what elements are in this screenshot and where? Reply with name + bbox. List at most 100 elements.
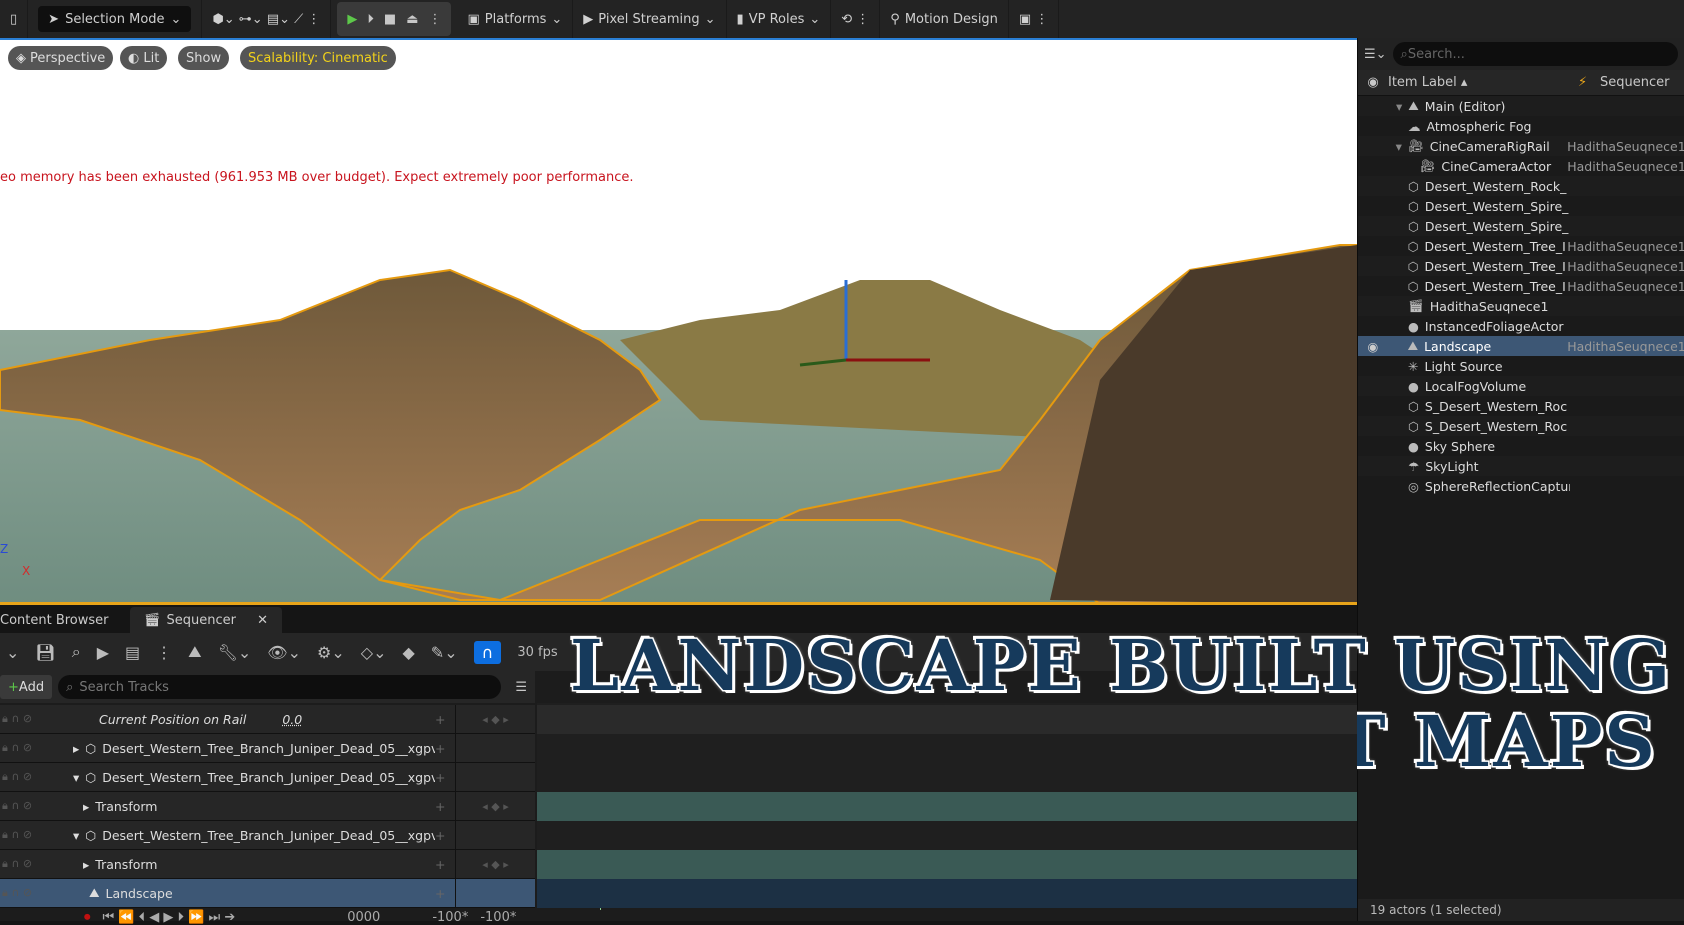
chevron-down-icon[interactable]: ⌄ [6,643,19,662]
show-button[interactable]: Show [178,46,230,70]
outliner-item[interactable]: ⬡ Desert_Western_Tree_I HadithaSeuqnece1 [1358,236,1684,256]
record-icon[interactable]: ⏺ [84,910,91,925]
camera-icon[interactable]: ▶ [97,643,109,662]
outliner-item[interactable]: ● Sky Sphere [1358,436,1684,456]
outliner-item[interactable]: ☂ SkyLight [1358,456,1684,476]
eye-icon[interactable]: 👁︎⌄ [267,643,301,662]
track-row[interactable]: 🔒︎ ∩ ⊘ ▾ ⬡ Desert_Western_Tree_Branch_Juni… [0,821,535,850]
render-icon[interactable]: ▤ [125,643,140,662]
outliner-item[interactable]: ☁ Atmospheric Fog [1358,116,1684,136]
outliner-item[interactable]: ⬡ Desert_Western_Tree_I HadithaSeuqnece1 [1358,256,1684,276]
visibility-icon[interactable]: ◉ [1358,339,1388,354]
outliner-item[interactable]: ⬡ Desert_Western_Spire_ [1358,216,1684,236]
key-nav[interactable]: ◂ ◆ ▸ [455,792,535,820]
key-nav[interactable] [455,734,535,762]
expand-arrow-icon[interactable]: ▸ [73,741,79,756]
rail-position-value[interactable]: 0.0 [282,712,302,727]
col-item-label[interactable]: Item Label ▴ [1388,75,1578,90]
add-track-button[interactable]: + Add [0,675,53,699]
expand-arrow-icon[interactable]: ▾ [1396,99,1402,114]
outliner-item[interactable]: ⬡ S_Desert_Western_Roc [1358,416,1684,436]
save-icon[interactable]: 💾︎ [35,643,55,662]
range-end[interactable]: -100* [480,910,516,925]
add-icon[interactable]: + [435,712,455,727]
add-icon[interactable]: + [435,799,455,814]
add-icon[interactable]: + [435,741,455,756]
outliner-item[interactable]: ▾ ⛰ Main (Editor) [1358,96,1684,116]
expand-arrow-icon[interactable]: ▾ [73,828,79,843]
vp-roles-button[interactable]: ▮ VP Roles ⌄ [727,0,832,38]
find-icon[interactable]: ⌕ [72,642,81,662]
add-icon[interactable]: + [435,886,455,901]
scalability-button[interactable]: Scalability: Cinematic [240,46,396,70]
pixel-streaming-button[interactable]: ▶ Pixel Streaming ⌄ [573,0,727,38]
track-controls[interactable]: 🔒︎ ∩ ⊘ [0,799,63,813]
stop-icon[interactable]: ■ [384,12,396,27]
track-row[interactable]: 🔒︎ ∩ ⊘ ▾ ⬡ Desert_Western_Tree_Branch_Juni… [0,763,535,792]
outliner-item[interactable]: ◉ ⛰ Landscape HadithaSeuqnece1 [1358,336,1684,356]
content-icon[interactable]: ▯ [0,0,29,38]
wrench-icon[interactable]: 🔧︎⌄ [218,643,252,662]
selection-mode-dropdown[interactable]: ➤ Selection Mode ⌄ [38,6,192,32]
outliner-item[interactable]: ⬡ Desert_Western_Tree_I HadithaSeuqnece1 [1358,276,1684,296]
track-row[interactable]: 🔒︎ ∩ ⊘ ▸ Transform + ◂ ◆ ▸ [0,792,535,821]
motion-design-button[interactable]: ⚲ Motion Design [880,0,1009,38]
outliner-item[interactable]: 🎬︎ HadithaSeuqnece1 [1358,296,1684,316]
track-controls[interactable]: 🔒︎ ∩ ⊘ [0,828,63,842]
timeline-lane[interactable] [537,879,1357,908]
more-icon[interactable]: ⋮ [156,643,172,662]
key-nav[interactable]: ◂ ◆ ▸ [455,705,535,733]
timeline-lane[interactable] [537,705,1357,734]
outliner-item[interactable]: ● LocalFogVolume [1358,376,1684,396]
more-icon[interactable]: ⋮ [428,12,441,27]
track-controls[interactable]: 🔒︎ ∩ ⊘ [0,770,63,784]
visibility-icon[interactable]: ◉ [1358,75,1388,90]
platforms-button[interactable]: ▣ Platforms ⌄ [457,0,574,38]
outliner-item[interactable]: ● InstancedFoliageActor [1358,316,1684,336]
search-tracks-input[interactable]: ⌕ Search Tracks [58,675,502,699]
actor-icon[interactable]: ⛰ [188,642,201,662]
outliner-search-input[interactable]: ⌕ Search... [1392,42,1678,66]
key-nav[interactable] [455,821,535,849]
track-row[interactable]: 🔒︎ ∩ ⊘ ⛰ Landscape + [0,879,535,908]
track-controls[interactable]: 🔒︎ ∩ ⊘ [0,886,63,900]
outliner-item[interactable]: ✳ Light Source [1358,356,1684,376]
outliner-item[interactable]: ⬡ S_Desert_Western_Roc [1358,396,1684,416]
current-frame[interactable]: 0000 [347,910,380,925]
key-nav[interactable]: ◂ ◆ ▸ [455,850,535,878]
outliner-item[interactable]: 🎥︎ CineCameraActor HadithaSeuqnece1 [1358,156,1684,176]
range-start[interactable]: -100* [432,910,468,925]
timeline-lane[interactable] [537,734,1357,763]
track-row[interactable]: 🔒︎ ∩ ⊘ ▸ Transform + ◂ ◆ ▸ [0,850,535,879]
track-row[interactable]: 🔒︎ ∩ ⊘ ▸ ⬡ Desert_Western_Tree_Branch_Juni… [0,734,535,763]
level-viewport[interactable]: ◈ Perspective ◐ Lit Show Scalability: Cine… [0,38,1357,602]
key-nav[interactable] [455,879,535,907]
gear-icon[interactable]: ⚙⌄ [317,643,345,662]
outliner-item[interactable]: ▾ 🎥︎ CineCameraRigRail HadithaSeuqnece1 [1358,136,1684,156]
settings-button[interactable]: ▣ ⋮ [1009,0,1060,38]
lit-button[interactable]: ◐ Lit [120,46,168,70]
expand-arrow-icon[interactable]: ▾ [1396,139,1402,154]
eject-icon[interactable]: ⏏ [406,12,418,27]
add-icon[interactable]: + [435,770,455,785]
close-icon[interactable]: ✕ [257,613,268,628]
snap-button[interactable]: ∩ [473,640,502,664]
fps-label[interactable]: 30 fps [517,645,557,660]
track-controls[interactable]: 🔒︎ ∩ ⊘ [0,741,63,755]
filter-icon[interactable]: ☰⌄ [1364,47,1387,62]
filter-icon[interactable]: ☰ [507,680,535,695]
create-tools[interactable]: ⬢⌄ ⊶⌄ ▤⌄ ⟋ ⋮ [202,0,332,38]
timeline-lane[interactable] [537,792,1357,821]
playback-icons[interactable]: ⏮ ⏪ ⏴ ◀ ▶ ⏵ ⏩ ⏭ ➔ [103,910,236,925]
track-controls[interactable]: 🔒︎ ∩ ⊘ [0,857,63,871]
col-sequencer[interactable]: Sequencer [1600,75,1669,90]
track-row[interactable]: 🔒︎ ∩ ⊘ Current Position on Rail 0.0 + ◂ ◆… [0,705,535,734]
expand-arrow-icon[interactable]: ▸ [83,857,89,872]
key-diamond-icon[interactable]: ◇⌄ [361,643,387,662]
pen-icon[interactable]: ✎⌄ [431,643,458,662]
outliner-item[interactable]: ◎ SphereReflectionCaptur [1358,476,1684,496]
timeline-lane[interactable] [537,763,1357,792]
add-icon[interactable]: + [435,828,455,843]
key-nav[interactable] [455,763,535,791]
outliner-item[interactable]: ⬡ Desert_Western_Spire_ [1358,196,1684,216]
